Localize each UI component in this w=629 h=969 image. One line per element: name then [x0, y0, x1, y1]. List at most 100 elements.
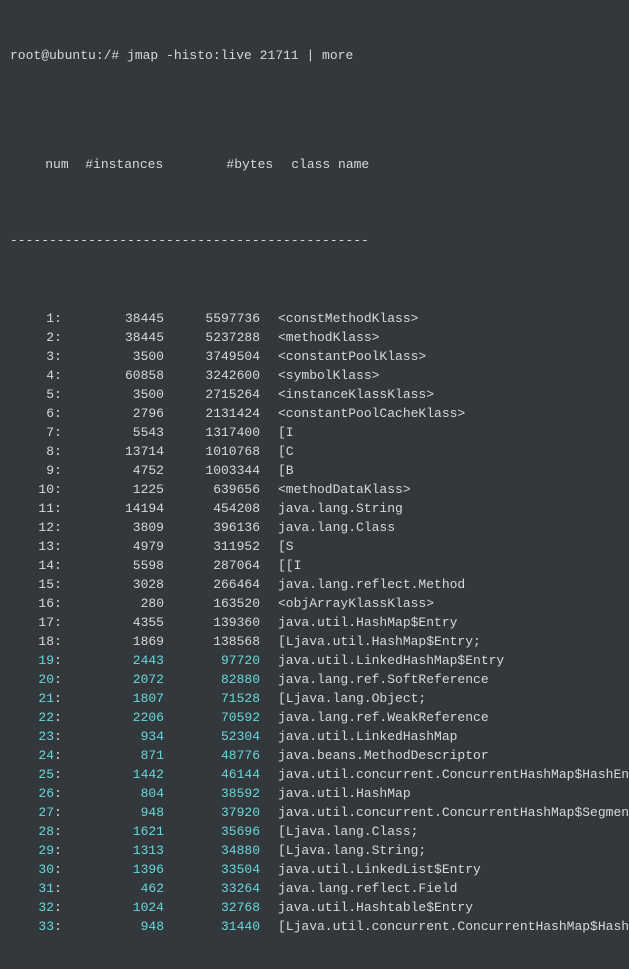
cell-colon: :	[54, 385, 62, 404]
header-bytes: #bytes	[195, 155, 273, 174]
cell-class: <symbolKlass>	[278, 366, 379, 385]
cell-class: [Ljava.lang.Object;	[278, 689, 426, 708]
cell-bytes: 70592	[164, 708, 260, 727]
cell-colon: :	[54, 423, 62, 442]
cell-num: 27	[10, 803, 54, 822]
cell-class: [C	[278, 442, 294, 461]
table-row: 32:102432768 java.util.Hashtable$Entry	[10, 898, 619, 917]
cell-instances: 2443	[62, 651, 164, 670]
terminal-output: root@ubuntu:/# jmap -histo:live 21711 | …	[0, 0, 629, 969]
cell-instances: 1313	[62, 841, 164, 860]
cell-instances: 871	[62, 746, 164, 765]
cell-class: <constantPoolKlass>	[278, 347, 426, 366]
cell-class: java.util.HashMap	[278, 784, 411, 803]
cell-num: 3	[10, 347, 54, 366]
cell-colon: :	[54, 822, 62, 841]
cell-class: java.lang.Class	[278, 518, 395, 537]
cell-bytes: 396136	[164, 518, 260, 537]
cell-instances: 2796	[62, 404, 164, 423]
cell-instances: 5598	[62, 556, 164, 575]
table-row: 25:144246144 java.util.concurrent.Concur…	[10, 765, 619, 784]
cell-num: 2	[10, 328, 54, 347]
cell-instances: 3809	[62, 518, 164, 537]
cell-num: 14	[10, 556, 54, 575]
command-line: root@ubuntu:/# jmap -histo:live 21711 | …	[10, 46, 619, 65]
cell-num: 7	[10, 423, 54, 442]
cell-bytes: 35696	[164, 822, 260, 841]
cell-colon: :	[54, 518, 62, 537]
table-row: 7:55431317400 [I	[10, 423, 619, 442]
cell-colon: :	[54, 860, 62, 879]
header-num: num	[41, 155, 85, 174]
cell-instances: 462	[62, 879, 164, 898]
table-row: 18:1869138568 [Ljava.util.HashMap$Entry;	[10, 632, 619, 651]
cell-bytes: 266464	[164, 575, 260, 594]
cell-class: [Ljava.util.HashMap$Entry;	[278, 632, 481, 651]
table-header: num#instances#bytes class name	[10, 136, 619, 193]
cell-instances: 1621	[62, 822, 164, 841]
cell-colon: :	[54, 879, 62, 898]
cell-bytes: 1003344	[164, 461, 260, 480]
cell-num: 24	[10, 746, 54, 765]
cell-colon: :	[54, 575, 62, 594]
cell-colon: :	[54, 670, 62, 689]
cell-instances: 38445	[62, 309, 164, 328]
cell-colon: :	[54, 499, 62, 518]
table-body: 1:384455597736 <constMethodKlass>2: 38445…	[10, 309, 619, 936]
cell-colon: :	[54, 632, 62, 651]
cell-colon: :	[54, 784, 62, 803]
cell-num: 30	[10, 860, 54, 879]
cell-colon: :	[54, 461, 62, 480]
cell-num: 8	[10, 442, 54, 461]
cell-bytes: 1010768	[164, 442, 260, 461]
table-row: 27:94837920 java.util.concurrent.Concurr…	[10, 803, 619, 822]
cell-bytes: 34880	[164, 841, 260, 860]
table-row: 3:35003749504 <constantPoolKlass>	[10, 347, 619, 366]
table-row: 1:384455597736 <constMethodKlass>	[10, 309, 619, 328]
table-row: 14:5598287064 [[I	[10, 556, 619, 575]
cell-instances: 1442	[62, 765, 164, 784]
header-separator: ----------------------------------------…	[10, 231, 619, 250]
cell-instances: 948	[62, 917, 164, 936]
cell-num: 33	[10, 917, 54, 936]
cell-bytes: 1317400	[164, 423, 260, 442]
cell-num: 10	[10, 480, 54, 499]
cell-colon: :	[54, 898, 62, 917]
cell-instances: 1396	[62, 860, 164, 879]
cell-class: [Ljava.util.concurrent.ConcurrentHashMap…	[278, 917, 629, 936]
cell-bytes: 2131424	[164, 404, 260, 423]
cell-instances: 2072	[62, 670, 164, 689]
cell-bytes: 454208	[164, 499, 260, 518]
cell-instances: 1807	[62, 689, 164, 708]
cell-class: <methodDataKlass>	[278, 480, 411, 499]
cell-class: [I	[278, 423, 294, 442]
cell-num: 20	[10, 670, 54, 689]
cell-instances: 934	[62, 727, 164, 746]
cell-colon: :	[54, 613, 62, 632]
cell-num: 29	[10, 841, 54, 860]
table-row: 13:4979311952 [S	[10, 537, 619, 556]
cell-num: 25	[10, 765, 54, 784]
cell-bytes: 139360	[164, 613, 260, 632]
cell-num: 11	[10, 499, 54, 518]
cell-num: 18	[10, 632, 54, 651]
table-row: 12:3809396136 java.lang.Class	[10, 518, 619, 537]
cell-instances: 4979	[62, 537, 164, 556]
cell-instances: 948	[62, 803, 164, 822]
cell-class: [[I	[278, 556, 301, 575]
cell-colon: :	[54, 689, 62, 708]
cell-bytes: 38592	[164, 784, 260, 803]
cell-bytes: 71528	[164, 689, 260, 708]
cell-bytes: 3242600	[164, 366, 260, 385]
cell-colon: :	[54, 537, 62, 556]
cell-num: 13	[10, 537, 54, 556]
table-row: 11:14194454208 java.lang.String	[10, 499, 619, 518]
cell-bytes: 32768	[164, 898, 260, 917]
cell-class: <methodKlass>	[278, 328, 379, 347]
cell-instances: 280	[62, 594, 164, 613]
cell-num: 16	[10, 594, 54, 613]
cell-num: 9	[10, 461, 54, 480]
cell-bytes: 5237288	[164, 328, 260, 347]
table-row: 20:207282880 java.lang.ref.SoftReference	[10, 670, 619, 689]
cell-num: 19	[10, 651, 54, 670]
